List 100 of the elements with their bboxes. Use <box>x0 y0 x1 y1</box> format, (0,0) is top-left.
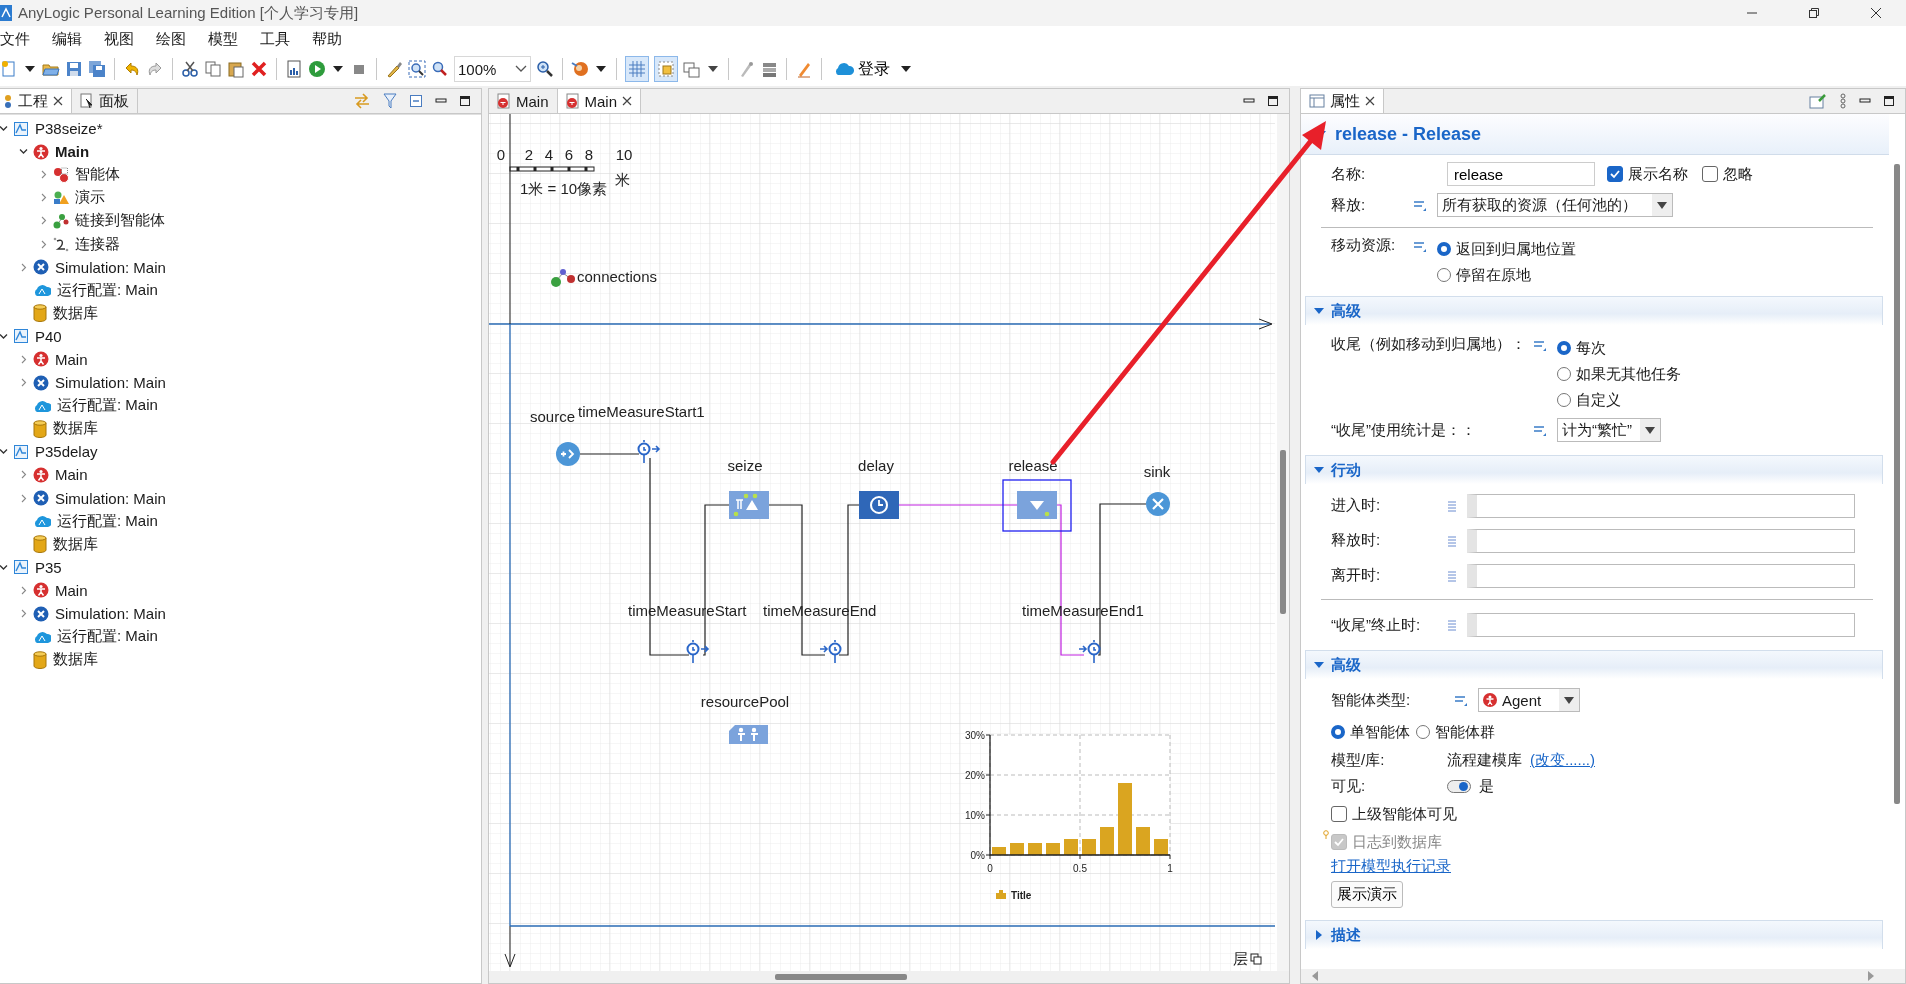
caret-icon[interactable] <box>901 66 911 72</box>
name-field[interactable]: release <box>1447 162 1595 186</box>
tree-item[interactable]: P35delay <box>35 443 98 461</box>
save-icon[interactable] <box>65 60 83 78</box>
equals-icon[interactable] <box>1454 694 1468 706</box>
execution-log-link[interactable]: 打开模型执行记录 <box>1331 856 1451 876</box>
chevron-icon[interactable] <box>0 562 8 572</box>
tree-item[interactable]: Simulation: Main <box>55 489 166 507</box>
scroll-right-icon[interactable] <box>1867 971 1875 981</box>
delete-icon[interactable] <box>250 60 268 78</box>
caret-icon[interactable] <box>708 66 718 72</box>
scrollbar-thumb[interactable] <box>1894 164 1900 804</box>
chevron-icon[interactable] <box>18 147 28 157</box>
more-icon[interactable] <box>1839 93 1847 109</box>
scrollbar-thumb[interactable] <box>775 974 907 980</box>
sync-arrows-icon[interactable] <box>353 93 371 109</box>
panel-tab[interactable]: 面板 <box>72 89 138 113</box>
checkbox[interactable]: 上级智能体可见 <box>1331 804 1457 824</box>
tree-item[interactable]: P40 <box>35 327 62 345</box>
code-field[interactable] <box>1467 613 1855 637</box>
agent-type-dropdown[interactable]: Agent <box>1478 688 1580 712</box>
brush-icon[interactable] <box>385 60 403 78</box>
toggle-switch[interactable] <box>1447 779 1471 793</box>
snap-toggle[interactable] <box>654 56 678 82</box>
menu-item[interactable]: 模型 <box>208 29 238 49</box>
panel-tab[interactable]: 属性 <box>1301 89 1384 113</box>
minimize-icon[interactable] <box>435 97 447 105</box>
chevron-icon[interactable] <box>515 65 527 73</box>
tree-item[interactable]: P38seize* <box>35 120 103 138</box>
maximize-icon[interactable] <box>1267 95 1279 107</box>
restore-icon[interactable] <box>1808 7 1820 19</box>
pencil-icon[interactable] <box>795 60 813 78</box>
close-icon[interactable] <box>53 96 63 106</box>
tree-item[interactable]: 链接到智能体 <box>75 211 165 231</box>
tree-item[interactable]: 运行配置: Main <box>57 280 158 300</box>
stack-icon[interactable] <box>760 60 778 78</box>
tree-item[interactable]: 数据库 <box>53 650 98 670</box>
menu-item[interactable]: 编辑 <box>52 29 82 49</box>
equals-icon[interactable] <box>1533 424 1547 436</box>
code-field[interactable] <box>1467 493 1855 518</box>
close-icon[interactable] <box>622 96 633 106</box>
menu-item[interactable]: 帮助 <box>312 29 342 49</box>
undo-icon[interactable] <box>123 60 141 78</box>
tree-item[interactable]: 连接器 <box>75 234 120 254</box>
editor-tab[interactable]: Main <box>489 89 558 113</box>
code-field[interactable] <box>1467 528 1855 553</box>
tree-item[interactable]: Main <box>55 351 88 368</box>
shapes-icon[interactable] <box>683 60 701 78</box>
tree-item[interactable]: 数据库 <box>53 419 98 439</box>
minimize-icon[interactable] <box>1243 97 1255 105</box>
tree-item[interactable]: Main <box>55 466 88 484</box>
equals-icon[interactable] <box>1413 199 1427 211</box>
menu-item[interactable]: 视图 <box>104 29 134 49</box>
pin-icon[interactable] <box>1809 93 1827 109</box>
caret-icon[interactable] <box>333 66 343 72</box>
chevron-icon[interactable] <box>0 124 8 134</box>
editor-tab[interactable]: Main <box>557 89 642 113</box>
tree-item[interactable]: Main <box>55 581 88 599</box>
caret-icon[interactable] <box>596 66 606 72</box>
tree-item[interactable]: 演示 <box>75 188 105 208</box>
tree-item[interactable]: 数据库 <box>53 534 98 554</box>
tree-item[interactable]: 数据库 <box>53 303 98 323</box>
menu-item[interactable]: 绘图 <box>156 29 186 49</box>
panel-tab[interactable]: 工程 <box>0 89 72 113</box>
scissors-icon[interactable] <box>181 60 199 78</box>
section-header[interactable]: 描述 <box>1305 920 1883 949</box>
section-header[interactable]: 高级 <box>1305 650 1883 679</box>
redo-icon[interactable] <box>146 60 164 78</box>
close-icon[interactable] <box>1870 7 1882 19</box>
radio-button[interactable]: 返回到归属地位置 <box>1437 236 1576 262</box>
menu-item[interactable]: 工具 <box>260 29 290 49</box>
collapse-icon[interactable] <box>409 94 423 108</box>
zoom-fit-icon[interactable] <box>408 60 426 78</box>
tree-item[interactable]: Simulation: Main <box>55 258 166 276</box>
copy-icon[interactable] <box>204 60 222 78</box>
radio-button[interactable]: 停留在原地 <box>1437 262 1576 288</box>
clipboard-icon[interactable] <box>227 60 245 78</box>
release-dropdown[interactable]: 所有获取的资源（任何池的） <box>1437 193 1673 217</box>
tree-item[interactable]: P35 <box>35 558 62 576</box>
save-all-icon[interactable] <box>88 60 106 78</box>
tree-item[interactable]: Simulation: Main <box>55 605 166 622</box>
radio-button[interactable]: 如果无其他任务 <box>1557 361 1681 387</box>
radio-button[interactable]: 单智能体 <box>1331 719 1410 745</box>
stats-dropdown[interactable]: 计为“繁忙” <box>1557 418 1661 442</box>
equals-icon[interactable] <box>1533 339 1547 351</box>
close-icon[interactable] <box>1365 96 1375 106</box>
tree-item[interactable]: Main <box>55 143 90 161</box>
checkbox[interactable]: 展示名称 <box>1607 164 1688 184</box>
menu-item[interactable]: 文件 <box>0 29 30 49</box>
chevron-icon[interactable] <box>0 447 8 457</box>
radio-button[interactable]: 每次 <box>1557 335 1681 361</box>
change-link[interactable]: (改变......) <box>1530 750 1595 770</box>
minimize-icon[interactable] <box>1859 97 1871 105</box>
sphere-icon[interactable] <box>571 60 589 78</box>
play-icon[interactable] <box>308 60 326 78</box>
tree-item[interactable]: 运行配置: Main <box>57 396 158 416</box>
checkbox[interactable]: 忽略 <box>1702 164 1753 184</box>
grid-toggle[interactable] <box>625 56 649 82</box>
section-header[interactable]: 高级 <box>1305 296 1883 325</box>
login-button[interactable]: 登录 <box>830 58 894 80</box>
